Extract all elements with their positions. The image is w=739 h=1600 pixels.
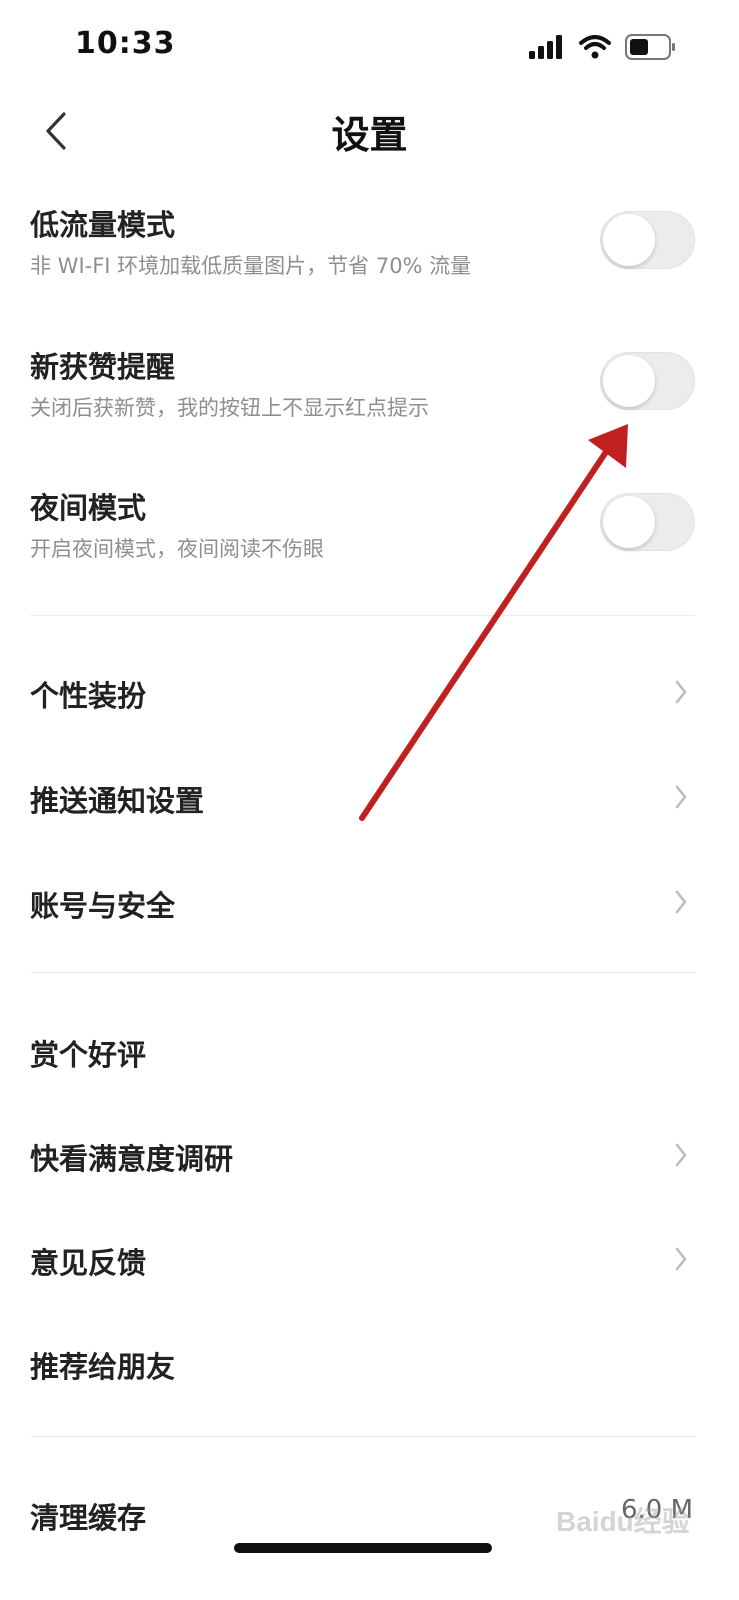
home-indicator (234, 1543, 492, 1553)
night-mode-toggle[interactable] (600, 493, 695, 551)
menu-item-account-security[interactable]: 账号与安全 (0, 883, 739, 963)
chevron-right-icon (675, 890, 687, 914)
menu-item-label: 推荐给朋友 (30, 1350, 176, 1384)
menu-item-label: 推送通知设置 (30, 784, 205, 818)
row-subtitle: 开启夜间模式，夜间阅读不伤眼 (30, 537, 324, 561)
signal-icon (529, 35, 562, 59)
row-title: 低流量模式 (30, 208, 176, 242)
watermark: Baidu经验 (556, 1506, 690, 1537)
menu-item-label: 意见反馈 (30, 1246, 147, 1280)
menu-item-label: 赏个好评 (30, 1038, 147, 1072)
divider (30, 615, 695, 616)
menu-item-recommend-friends[interactable]: 推荐给朋友 (0, 1344, 739, 1424)
menu-item-satisfaction-survey[interactable]: 快看满意度调研 (0, 1136, 739, 1216)
menu-item-personal-style[interactable]: 个性装扮 (0, 673, 739, 753)
menu-item-label: 个性装扮 (30, 679, 147, 713)
battery-icon (625, 34, 675, 60)
status-time: 10:33 (75, 26, 176, 61)
menu-item-label: 清理缓存 (30, 1501, 147, 1535)
row-subtitle: 关闭后获新赞，我的按钮上不显示红点提示 (30, 396, 429, 420)
nav-bar: 设置 (0, 96, 739, 166)
menu-item-label: 账号与安全 (30, 889, 176, 923)
toggle-row-like-reminder: 新获赞提醒 关闭后获新赞，我的按钮上不显示红点提示 (0, 344, 739, 464)
low-data-toggle[interactable] (600, 211, 695, 269)
toggle-knob (603, 214, 655, 266)
chevron-right-icon (675, 785, 687, 809)
toggle-row-night-mode: 夜间模式 开启夜间模式，夜间阅读不伤眼 (0, 485, 739, 605)
divider (30, 1436, 695, 1437)
menu-item-feedback[interactable]: 意见反馈 (0, 1240, 739, 1320)
menu-item-push-settings[interactable]: 推送通知设置 (0, 778, 739, 858)
divider (30, 972, 695, 973)
menu-item-label: 快看满意度调研 (30, 1142, 234, 1176)
toggle-knob (603, 355, 655, 407)
row-title: 夜间模式 (30, 491, 147, 525)
row-subtitle: 非 WI-FI 环境加载低质量图片，节省 70% 流量 (30, 254, 472, 278)
menu-item-rate-app[interactable]: 赏个好评 (0, 1032, 739, 1112)
status-bar: 10:33 (0, 0, 739, 96)
chevron-right-icon (675, 680, 687, 704)
wifi-icon (579, 35, 611, 59)
page-title: 设置 (331, 113, 408, 157)
toggle-row-low-data: 低流量模式 非 WI-FI 环境加载低质量图片，节省 70% 流量 (0, 202, 739, 322)
status-icons (529, 34, 677, 60)
like-reminder-toggle[interactable] (600, 352, 695, 410)
chevron-right-icon (675, 1247, 687, 1271)
chevron-right-icon (675, 1143, 687, 1167)
toggle-knob (603, 496, 655, 548)
row-title: 新获赞提醒 (30, 350, 176, 384)
